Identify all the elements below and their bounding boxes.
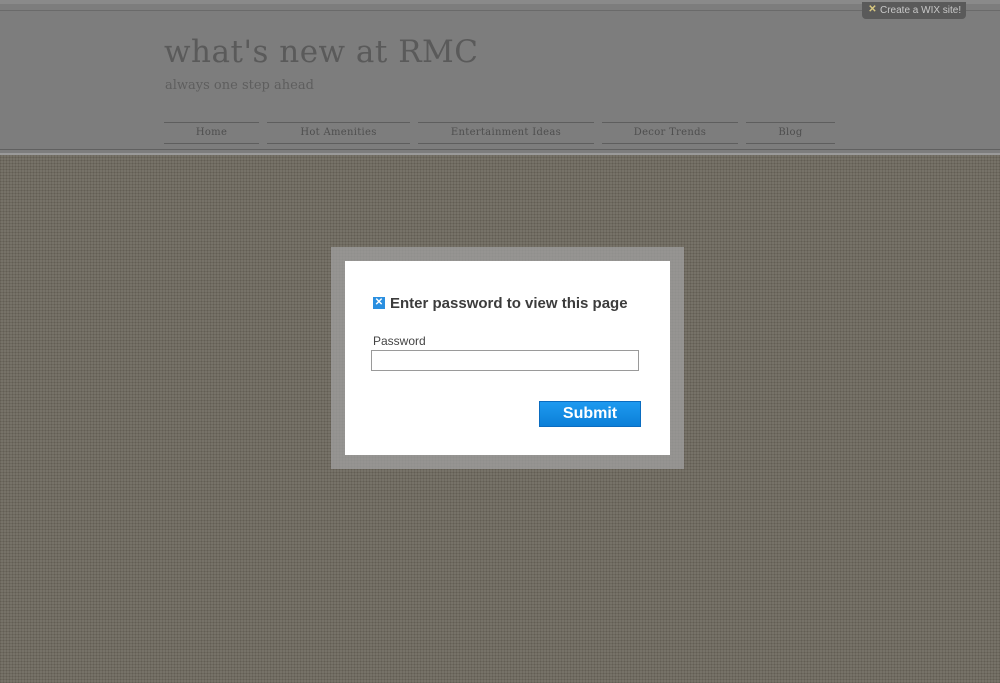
nav-item-entertainment-ideas[interactable]: Entertainment Ideas — [418, 122, 594, 144]
password-input[interactable] — [371, 350, 639, 371]
create-wix-site-badge[interactable]: ✕ Create a WIX site! — [862, 2, 966, 19]
site-header: what's new at RMC always one step ahead … — [0, 0, 1000, 155]
submit-button[interactable]: Submit — [539, 401, 641, 427]
dialog-title: Enter password to view this page — [390, 295, 628, 312]
site-tagline: always one step ahead — [165, 78, 314, 93]
password-dialog-overlay: ✕ Enter password to view this page Passw… — [331, 247, 684, 469]
nav-item-decor-trends[interactable]: Decor Trends — [602, 122, 738, 144]
header-divider-top — [0, 10, 1000, 11]
site-title[interactable]: what's new at RMC — [164, 34, 479, 70]
nav-item-hot-amenities[interactable]: Hot Amenities — [267, 122, 410, 144]
wix-icon: ✕ — [373, 297, 385, 309]
nav-item-blog[interactable]: Blog — [746, 122, 835, 144]
wix-icon: ✕ — [868, 4, 877, 15]
header-divider-bottom-light — [0, 153, 1000, 155]
header-divider-bottom — [0, 149, 1000, 150]
page: what's new at RMC always one step ahead … — [0, 0, 1000, 683]
password-dialog: ✕ Enter password to view this page Passw… — [345, 261, 670, 455]
nav-item-home[interactable]: Home — [164, 122, 259, 144]
password-label: Password — [373, 334, 426, 348]
create-wix-site-label: Create a WIX site! — [880, 5, 962, 16]
